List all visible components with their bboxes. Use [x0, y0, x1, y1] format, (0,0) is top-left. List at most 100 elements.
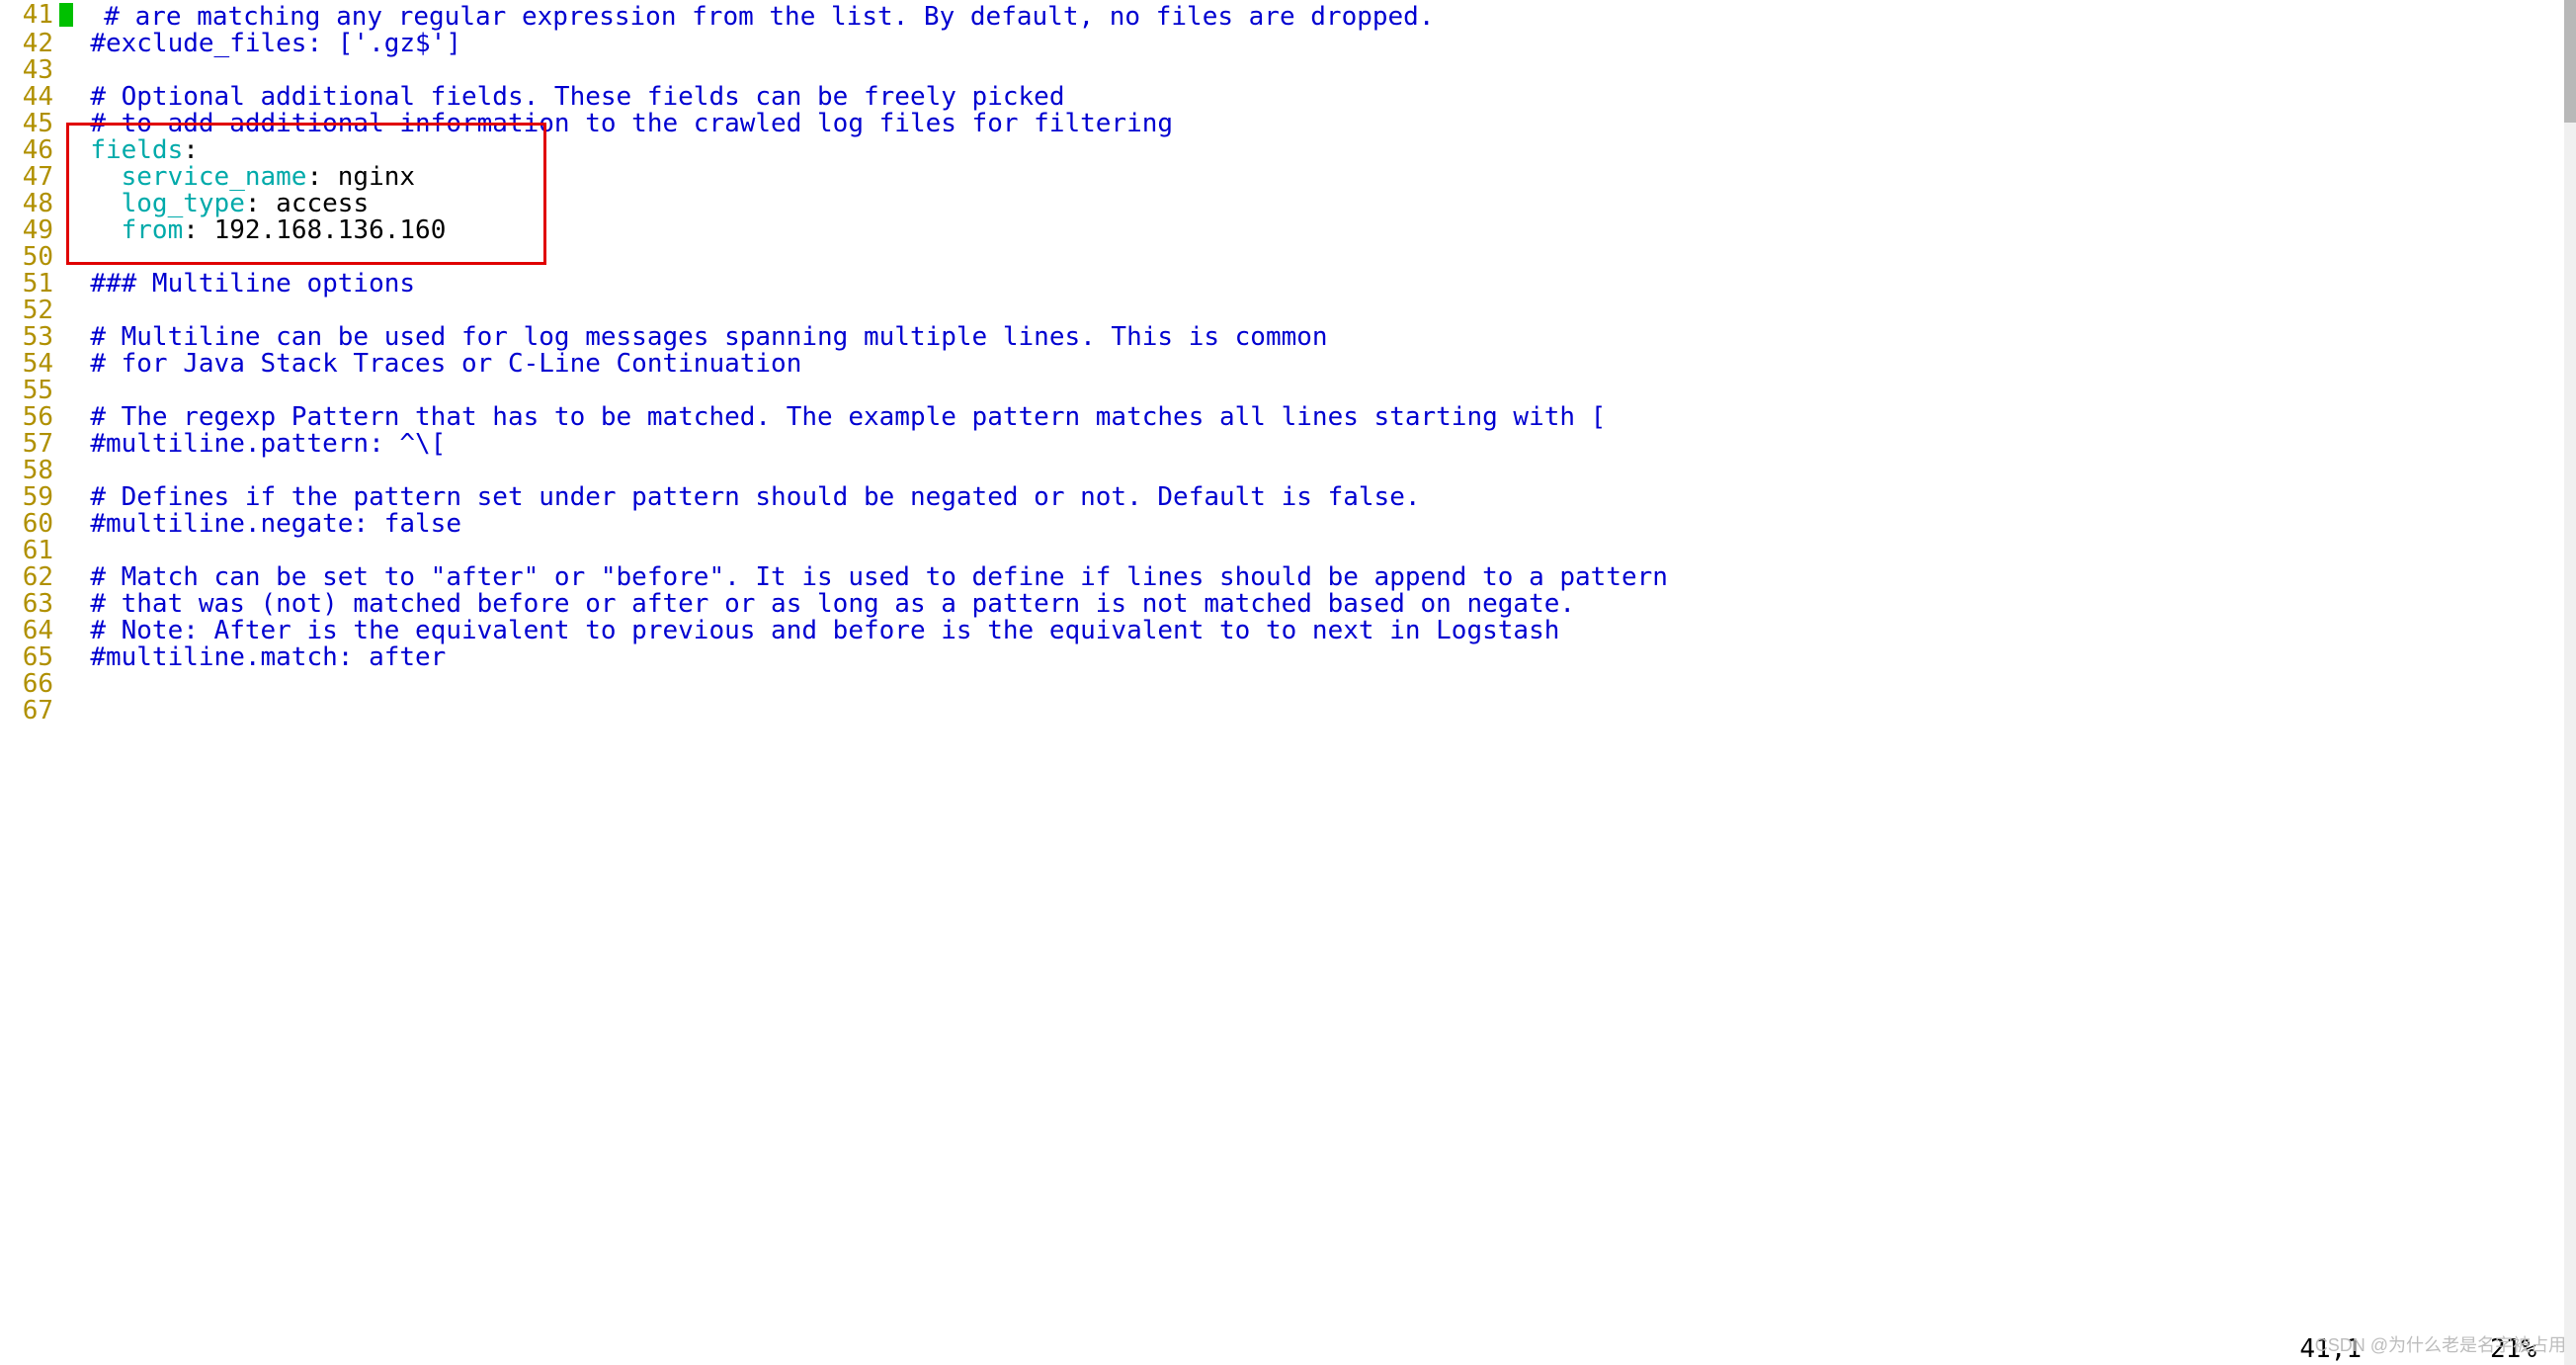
line-number: 53	[0, 324, 59, 351]
line-number: 58	[0, 458, 59, 484]
code-line[interactable]: 42 #exclude_files: ['.gz$']	[0, 31, 2576, 57]
code-content[interactable]: # The regexp Pattern that has to be matc…	[59, 404, 2576, 431]
code-line[interactable]: 45 # to add additional information to th…	[0, 111, 2576, 137]
line-number: 46	[0, 137, 59, 164]
code-content[interactable]: from: 192.168.136.160	[59, 217, 2576, 244]
line-number: 49	[0, 217, 59, 244]
code-line[interactable]: 65 #multiline.match: after	[0, 644, 2576, 671]
code-content[interactable]	[59, 378, 2576, 404]
code-content[interactable]: # that was (not) matched before or after…	[59, 591, 2576, 618]
line-number: 61	[0, 538, 59, 564]
code-line[interactable]: 56 # The regexp Pattern that has to be m…	[0, 404, 2576, 431]
code-line[interactable]: 63 # that was (not) matched before or af…	[0, 591, 2576, 618]
code-line[interactable]: 59 # Defines if the pattern set under pa…	[0, 484, 2576, 511]
line-number: 62	[0, 564, 59, 591]
code-line[interactable]: 54 # for Java Stack Traces or C-Line Con…	[0, 351, 2576, 378]
code-content[interactable]: # Note: After is the equivalent to previ…	[59, 618, 2576, 644]
code-token: :	[306, 162, 337, 192]
code-content[interactable]: # Optional additional fields. These fiel…	[59, 84, 2576, 111]
code-line[interactable]: 47 service_name: nginx	[0, 164, 2576, 191]
code-line[interactable]: 66	[0, 671, 2576, 698]
code-content[interactable]: #exclude_files: ['.gz$']	[59, 31, 2576, 57]
code-line[interactable]: 41 # are matching any regular expression…	[0, 2, 2576, 31]
code-token: ### Multiline options	[59, 269, 415, 299]
code-token: fields	[90, 135, 183, 165]
code-content[interactable]: ### Multiline options	[59, 271, 2576, 298]
line-number: 55	[0, 378, 59, 404]
code-token: #multiline.negate: false	[59, 509, 461, 539]
line-number: 66	[0, 671, 59, 698]
line-number: 60	[0, 511, 59, 538]
line-number: 45	[0, 111, 59, 137]
code-token: # Match can be set to "after" or "before…	[59, 562, 1668, 592]
code-line[interactable]: 52	[0, 298, 2576, 324]
code-token: # Optional additional fields. These fiel…	[59, 82, 1064, 112]
code-line[interactable]: 50	[0, 244, 2576, 271]
line-number: 51	[0, 271, 59, 298]
line-number: 47	[0, 164, 59, 191]
code-line[interactable]: 53 # Multiline can be used for log messa…	[0, 324, 2576, 351]
code-content[interactable]	[59, 671, 2576, 698]
cursor-position: 41,1	[2299, 1336, 2362, 1363]
code-content[interactable]: # Defines if the pattern set under patte…	[59, 484, 2576, 511]
code-line[interactable]: 43	[0, 57, 2576, 84]
code-token: from	[122, 215, 184, 245]
line-number: 59	[0, 484, 59, 511]
code-line[interactable]: 67	[0, 698, 2576, 725]
code-content[interactable]: # Multiline can be used for log messages…	[59, 324, 2576, 351]
line-number: 57	[0, 431, 59, 458]
code-content[interactable]: # to add additional information to the c…	[59, 111, 2576, 137]
code-content[interactable]: #multiline.negate: false	[59, 511, 2576, 538]
text-cursor	[59, 3, 73, 27]
code-line[interactable]: 58	[0, 458, 2576, 484]
code-line[interactable]: 61	[0, 538, 2576, 564]
scrollbar-thumb[interactable]	[2564, 0, 2576, 123]
code-token: # for Java Stack Traces or C-Line Contin…	[59, 349, 801, 379]
code-token: nginx	[338, 162, 415, 192]
code-content[interactable]: #multiline.match: after	[59, 644, 2576, 671]
code-line[interactable]: 57 #multiline.pattern: ^\[	[0, 431, 2576, 458]
code-token: # Multiline can be used for log messages…	[59, 322, 1328, 352]
code-content[interactable]: fields:	[59, 137, 2576, 164]
line-number: 48	[0, 191, 59, 217]
code-line[interactable]: 44 # Optional additional fields. These f…	[0, 84, 2576, 111]
line-number: 67	[0, 698, 59, 725]
code-line[interactable]: 64 # Note: After is the equivalent to pr…	[0, 618, 2576, 644]
line-number: 56	[0, 404, 59, 431]
code-editor[interactable]: 41 # are matching any regular expression…	[0, 0, 2576, 725]
scrollbar-track[interactable]	[2564, 0, 2576, 1365]
code-line[interactable]: 62 # Match can be set to "after" or "bef…	[0, 564, 2576, 591]
code-line[interactable]: 60 #multiline.negate: false	[0, 511, 2576, 538]
code-content[interactable]	[59, 244, 2576, 271]
line-number: 41	[0, 2, 59, 31]
code-token: :	[183, 135, 199, 165]
code-line[interactable]: 48 log_type: access	[0, 191, 2576, 217]
code-content[interactable]: # for Java Stack Traces or C-Line Contin…	[59, 351, 2576, 378]
code-line[interactable]: 49 from: 192.168.136.160	[0, 217, 2576, 244]
scroll-percent: 21%	[2490, 1336, 2536, 1363]
code-content[interactable]	[59, 298, 2576, 324]
status-bar: 41,1 21%	[0, 1336, 2576, 1363]
code-token: # are matching any regular expression fr…	[73, 2, 1435, 32]
line-number: 65	[0, 644, 59, 671]
line-number: 50	[0, 244, 59, 271]
code-token: # that was (not) matched before or after…	[59, 589, 1575, 619]
code-content[interactable]	[59, 698, 2576, 725]
code-token: # to add additional information to the c…	[59, 109, 1173, 138]
line-number: 54	[0, 351, 59, 378]
code-content[interactable]: service_name: nginx	[59, 164, 2576, 191]
code-content[interactable]	[59, 538, 2576, 564]
code-token: #multiline.match: after	[59, 642, 446, 672]
code-content[interactable]: #multiline.pattern: ^\[	[59, 431, 2576, 458]
code-content[interactable]: # are matching any regular expression fr…	[59, 2, 2576, 31]
code-token: 192.168.136.160	[214, 215, 447, 245]
code-token	[59, 162, 122, 192]
line-number: 44	[0, 84, 59, 111]
code-content[interactable]: # Match can be set to "after" or "before…	[59, 564, 2576, 591]
code-content[interactable]	[59, 57, 2576, 84]
code-content[interactable]	[59, 458, 2576, 484]
code-content[interactable]: log_type: access	[59, 191, 2576, 217]
code-line[interactable]: 51 ### Multiline options	[0, 271, 2576, 298]
code-line[interactable]: 55	[0, 378, 2576, 404]
code-line[interactable]: 46 fields:	[0, 137, 2576, 164]
